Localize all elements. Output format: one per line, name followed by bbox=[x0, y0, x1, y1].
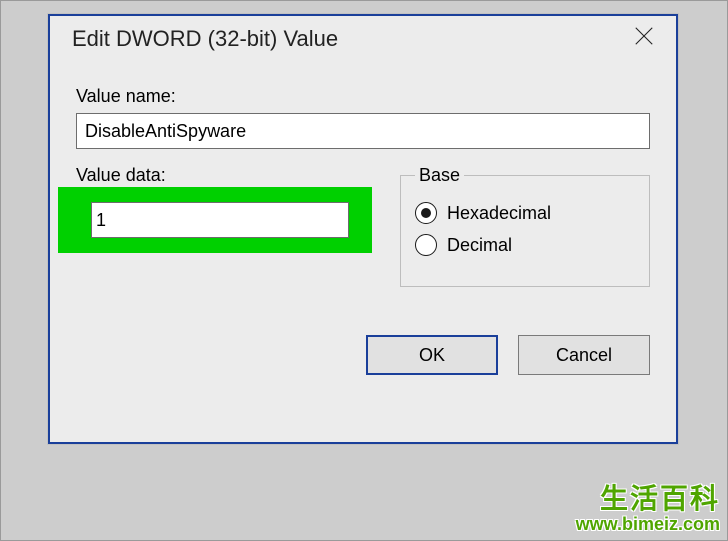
dialog-button-row: OK Cancel bbox=[76, 335, 650, 375]
dialog-content: Value name: DisableAntiSpyware Value dat… bbox=[50, 62, 676, 375]
close-button[interactable] bbox=[630, 25, 658, 53]
base-groupbox: Base Hexadecimal Decimal bbox=[400, 165, 650, 287]
value-name-input[interactable]: DisableAntiSpyware bbox=[76, 113, 650, 149]
value-name-label: Value name: bbox=[76, 86, 650, 107]
value-name-text: DisableAntiSpyware bbox=[85, 121, 246, 141]
radio-hexadecimal[interactable]: Hexadecimal bbox=[415, 202, 635, 224]
value-data-input-wrap[interactable] bbox=[91, 202, 349, 238]
cancel-button[interactable]: Cancel bbox=[518, 335, 650, 375]
edit-dword-dialog: Edit DWORD (32-bit) Value Value name: Di… bbox=[48, 14, 678, 444]
value-data-highlight bbox=[58, 187, 372, 253]
cancel-button-label: Cancel bbox=[556, 345, 612, 366]
radio-hex-label: Hexadecimal bbox=[447, 203, 551, 224]
close-icon bbox=[633, 25, 655, 53]
watermark-url: www.bimeiz.com bbox=[576, 515, 720, 535]
radio-decimal[interactable]: Decimal bbox=[415, 234, 635, 256]
radio-dec-label: Decimal bbox=[447, 235, 512, 256]
dialog-title: Edit DWORD (32-bit) Value bbox=[72, 26, 338, 52]
value-data-label: Value data: bbox=[76, 165, 372, 186]
base-legend: Base bbox=[415, 165, 464, 186]
radio-icon bbox=[415, 234, 437, 256]
dialog-titlebar[interactable]: Edit DWORD (32-bit) Value bbox=[50, 16, 676, 62]
value-data-input[interactable] bbox=[92, 203, 348, 237]
watermark: 生活百科 www.bimeiz.com bbox=[576, 484, 720, 535]
watermark-text: 生活百科 bbox=[576, 484, 720, 515]
ok-button-label: OK bbox=[419, 345, 445, 366]
ok-button[interactable]: OK bbox=[366, 335, 498, 375]
radio-icon bbox=[415, 202, 437, 224]
